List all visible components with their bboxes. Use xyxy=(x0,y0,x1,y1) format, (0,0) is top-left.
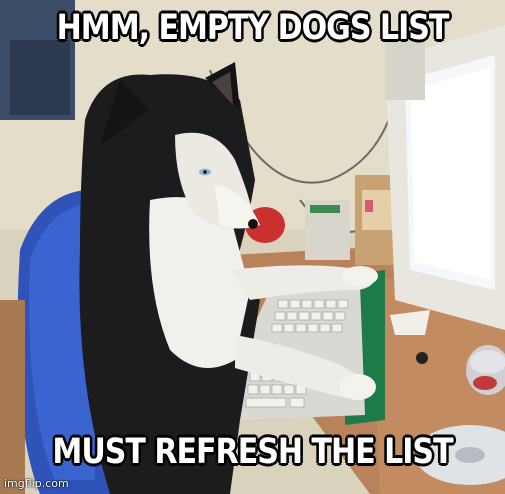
husky-at-computer-photo xyxy=(0,0,505,494)
imgflip-watermark: imgflip.com xyxy=(4,477,69,490)
meme-image: HMM, EMPTY DOGS LIST MUST REFRESH THE LI… xyxy=(0,0,505,494)
top-caption: HMM, EMPTY DOGS LIST xyxy=(56,8,450,48)
bottom-caption: MUST REFRESH THE LIST xyxy=(52,432,453,472)
